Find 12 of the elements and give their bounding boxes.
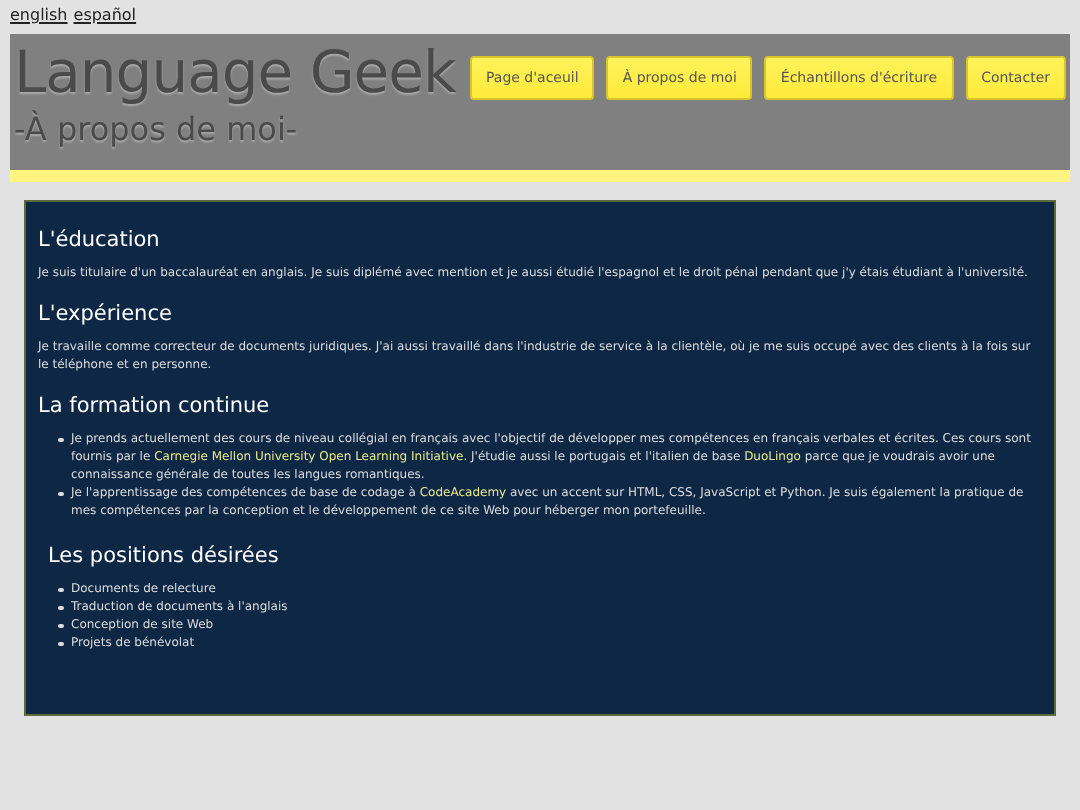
language-link[interactable]: english [10,6,68,34]
bullet-icon [58,437,63,442]
bullet-icon [58,587,63,592]
bullet-icon [58,641,63,646]
bullet-icon [58,491,63,496]
section-heading: Les positions désirées [48,544,281,568]
section-heading: La formation continue [38,394,272,418]
bullet-icon [58,605,63,610]
bullet-icon [58,623,63,628]
section-heading: L'éducation [38,228,162,252]
language-link[interactable]: español [73,6,137,34]
section-heading: L'expérience [38,302,174,326]
